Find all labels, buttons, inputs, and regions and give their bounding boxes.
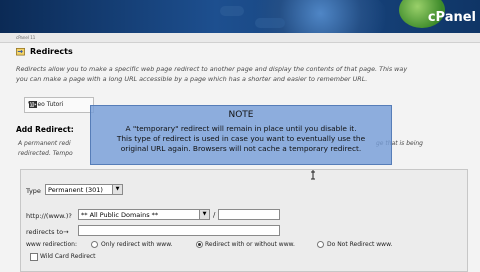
note-line: original URL again. Browsers will not ca…	[120, 144, 362, 153]
globe-graphic	[238, 0, 388, 33]
domain-select[interactable]: ** All Public Domains ** ▼	[78, 209, 210, 220]
permanent-description: A permanent redi	[18, 140, 71, 147]
radio-with-or-without-www[interactable]	[196, 241, 203, 248]
breadcrumb[interactable]: cPanel 11	[16, 35, 35, 40]
page-description: Redirects allow you to make a specific w…	[16, 64, 476, 84]
dropdown-arrow-icon[interactable]: ▼	[112, 185, 122, 194]
add-redirect-heading: Add Redirect:	[16, 125, 74, 134]
dropdown-arrow-icon[interactable]: ▼	[199, 210, 209, 219]
description-line: you can make a page with a long URL acce…	[16, 75, 368, 83]
radio-do-not-redirect-www[interactable]	[317, 241, 324, 248]
redirects-to-input[interactable]	[78, 225, 280, 236]
map-graphic	[255, 18, 285, 28]
type-label: Type	[26, 187, 41, 195]
note-line: This type of redirect is used in case yo…	[116, 134, 366, 143]
note-line: A "temporary" redirect will remain in pl…	[125, 124, 357, 133]
note-title: NOTE	[228, 110, 254, 120]
cpanel-logo-text: cPanel	[427, 10, 476, 25]
temporary-description: redirected. Tempo	[18, 150, 73, 157]
radio-only-www-label: Only redirect with www.	[101, 241, 173, 248]
video-tutorial-label: Video Tutori	[28, 101, 64, 108]
http-prefix-label: http://(www.)?	[26, 212, 72, 220]
note-overlay: NOTE A "temporary" redirect will remain …	[90, 105, 392, 165]
path-input[interactable]	[218, 209, 280, 220]
type-select[interactable]: Permanent (301) ▼	[45, 184, 123, 195]
map-graphic	[220, 6, 244, 16]
radio-with-or-without-www-label: Redirect with or without www.	[205, 241, 295, 248]
redirect-icon	[16, 47, 25, 56]
wildcard-checkbox[interactable]	[30, 253, 38, 261]
type-select-value: Permanent (301)	[48, 186, 103, 194]
path-slash: /	[213, 211, 216, 219]
domain-select-value: ** All Public Domains **	[81, 211, 159, 219]
redirects-to-label: redirects to→	[26, 228, 69, 236]
wildcard-label: Wild Card Redirect	[40, 253, 96, 260]
radio-do-not-redirect-www-label: Do Not Redirect www.	[327, 241, 393, 248]
subheader-bar	[0, 33, 480, 43]
mouse-cursor-icon	[311, 170, 315, 180]
description-line: Redirects allow you to make a specific w…	[16, 65, 408, 73]
www-redirection-label: www redirection:	[26, 241, 77, 248]
note-text: A "temporary" redirect will remain in pl…	[91, 124, 391, 154]
radio-only-www[interactable]	[91, 241, 98, 248]
page-title: Redirects	[30, 47, 73, 56]
header-banner: cPanel	[0, 0, 480, 33]
